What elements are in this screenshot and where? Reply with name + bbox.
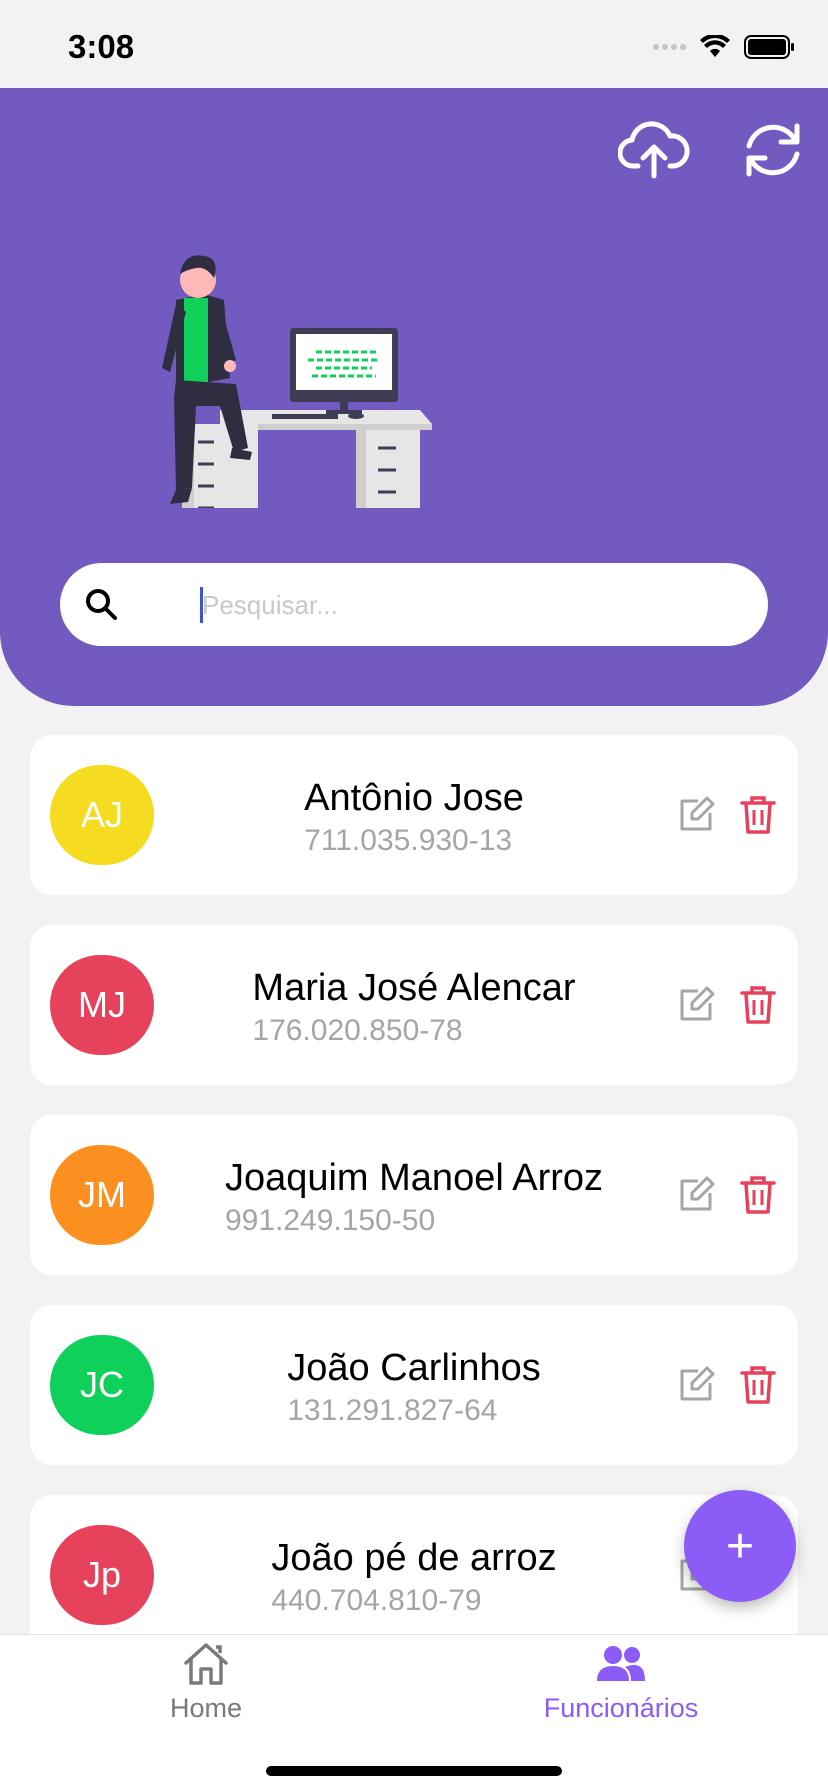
search-bar[interactable] <box>60 563 768 646</box>
trash-icon <box>740 1176 776 1214</box>
developer-illustration <box>162 255 432 508</box>
employee-cpf: 991.249.150-50 <box>224 1204 436 1237</box>
edit-button[interactable] <box>676 985 716 1025</box>
sync-button[interactable] <box>733 116 813 184</box>
avatar: JM <box>50 1145 154 1245</box>
status-time: 3:08 <box>68 28 135 65</box>
upload-button[interactable] <box>614 116 694 184</box>
header <box>0 88 828 706</box>
employee-name: Joaquim Manoel Arroz <box>224 1157 604 1199</box>
edit-button[interactable] <box>676 1175 716 1215</box>
status-icons <box>653 34 796 60</box>
edit-icon <box>680 1176 715 1211</box>
trash-icon <box>740 1366 776 1404</box>
employee-cpf: 440.704.810-79 <box>271 1584 482 1617</box>
trash-icon <box>740 986 776 1024</box>
avatar: MJ <box>50 955 154 1055</box>
employee-name: João pé de arroz <box>271 1537 557 1579</box>
status-bar: 3:08 <box>0 0 828 88</box>
employee-cpf: 176.020.850-78 <box>252 1014 463 1047</box>
users-icon <box>597 1646 645 1681</box>
edit-button[interactable] <box>676 795 716 835</box>
trash-icon <box>740 796 776 834</box>
employee-name: João Carlinhos <box>287 1347 541 1389</box>
edit-icon <box>680 1366 715 1401</box>
employee-card[interactable]: AJ Antônio Jose 711.035.930-13 <box>30 735 798 895</box>
cloud-upload-icon <box>618 121 690 179</box>
signal-icon <box>653 44 686 50</box>
employee-name: Maria José Alencar <box>252 967 576 1009</box>
employee-list: AJ Antônio Jose 711.035.930-13 MJ Maria … <box>30 735 798 1635</box>
battery-icon <box>744 35 794 59</box>
edit-icon <box>680 986 715 1021</box>
employee-name: Antônio Jose <box>304 777 524 819</box>
employee-card[interactable]: Jp João pé de arroz 440.704.810-79 <box>30 1495 798 1635</box>
sync-icon <box>746 123 800 177</box>
search-icon <box>86 589 117 620</box>
employee-card[interactable]: JM Joaquim Manoel Arroz 991.249.150-50 <box>30 1115 798 1275</box>
employee-card[interactable]: JC João Carlinhos 131.291.827-64 <box>30 1305 798 1465</box>
tab-home-label: Home <box>169 1693 243 1723</box>
avatar: JC <box>50 1335 154 1435</box>
tab-employees[interactable]: Funcionários <box>521 1641 721 1724</box>
employee-card[interactable]: MJ Maria José Alencar 176.020.850-78 <box>30 925 798 1085</box>
employee-cpf: 711.035.930-13 <box>304 824 513 857</box>
delete-button[interactable] <box>738 795 778 835</box>
home-icon <box>184 1643 228 1685</box>
delete-button[interactable] <box>738 1365 778 1405</box>
avatar: Jp <box>50 1525 154 1625</box>
wifi-icon <box>700 35 730 57</box>
edit-button[interactable] <box>676 1365 716 1405</box>
home-indicator <box>266 1766 562 1776</box>
delete-button[interactable] <box>738 1175 778 1215</box>
tab-home[interactable]: Home <box>106 1641 306 1724</box>
tab-employees-label: Funcionários <box>543 1693 699 1723</box>
add-employee-button[interactable]: + <box>684 1490 796 1602</box>
edit-icon <box>680 796 715 831</box>
delete-button[interactable] <box>738 985 778 1025</box>
search-input[interactable] <box>138 577 738 633</box>
avatar: AJ <box>50 765 154 865</box>
employee-cpf: 131.291.827-64 <box>287 1394 498 1427</box>
